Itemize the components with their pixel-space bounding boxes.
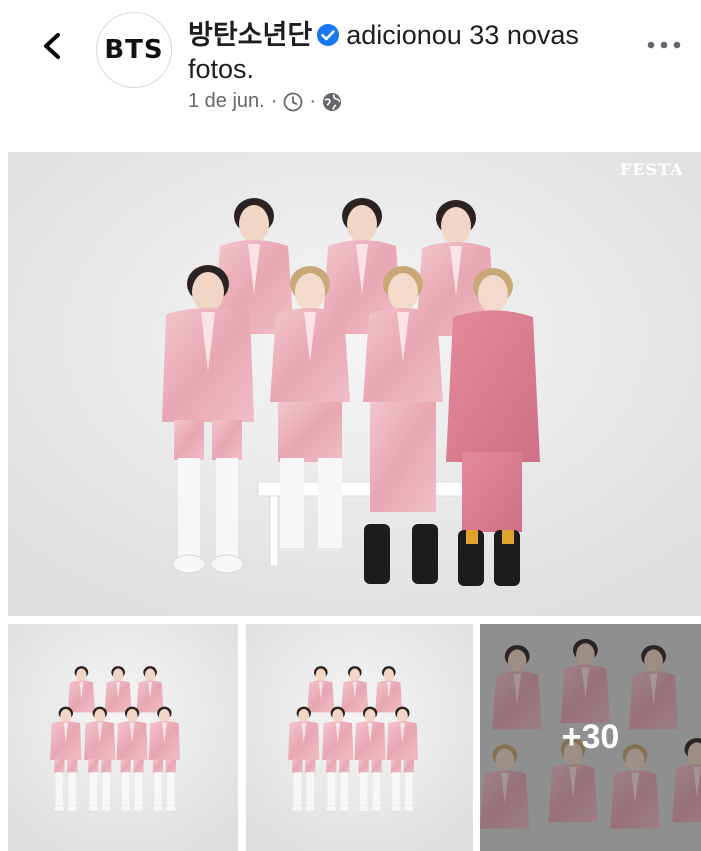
post-headline: 방탄소년단 adicionou 33 novas fotos.	[188, 18, 608, 86]
thumbnail-image	[246, 624, 473, 851]
clock-icon	[283, 92, 303, 112]
meta-separator: ·	[270, 90, 278, 112]
more-horizontal-icon	[647, 41, 681, 49]
main-photo[interactable]: FESTA	[8, 152, 701, 616]
globe-icon[interactable]	[322, 92, 342, 112]
back-button[interactable]	[34, 28, 70, 64]
chevron-left-icon	[40, 32, 64, 60]
thumbnail-image	[8, 624, 238, 851]
photo-thumbnail-more[interactable]: +30	[480, 624, 701, 851]
photo-watermark: FESTA	[620, 160, 684, 179]
more-options-button[interactable]	[644, 30, 684, 60]
verified-badge-icon	[316, 23, 340, 47]
photo-thumbnail-2[interactable]	[246, 624, 473, 851]
post-header: BTS 방탄소년단 adicionou 33 novas fotos. 1 de …	[0, 0, 701, 140]
post-meta: 1 de jun. · ·	[188, 90, 342, 113]
photo-thumbnail-1[interactable]	[8, 624, 238, 851]
avatar-text: BTS	[104, 35, 164, 65]
avatar[interactable]: BTS	[96, 12, 172, 88]
post-date[interactable]: 1 de jun.	[188, 90, 265, 113]
more-photos-overlay[interactable]: +30	[480, 624, 701, 851]
meta-separator: ·	[309, 90, 317, 112]
more-photos-count: +30	[561, 718, 620, 756]
author-name[interactable]: 방탄소년단	[188, 20, 312, 50]
group-photo-image	[8, 152, 701, 616]
